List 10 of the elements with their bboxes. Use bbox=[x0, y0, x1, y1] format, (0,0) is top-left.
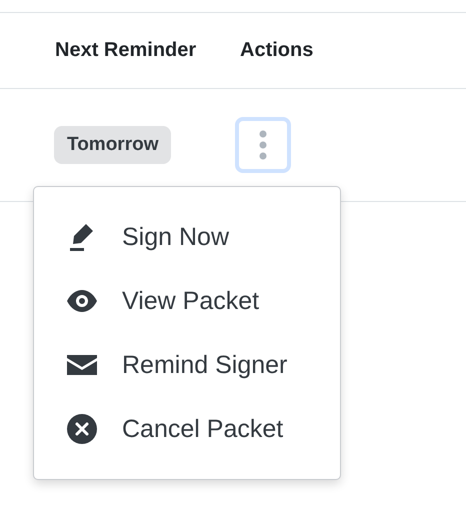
column-header: Actions bbox=[240, 39, 314, 61]
menu-item[interactable]: Cancel Packet bbox=[34, 397, 340, 461]
kebab-icon bbox=[259, 130, 267, 160]
column-header: Next Reminder bbox=[55, 39, 196, 61]
actions-button[interactable] bbox=[235, 117, 291, 173]
close-icon bbox=[66, 413, 98, 445]
menu-item[interactable]: Sign Now bbox=[34, 205, 340, 269]
menu-item[interactable]: Remind Signer bbox=[34, 333, 340, 397]
menu-item[interactable]: View Packet bbox=[34, 269, 340, 333]
reminder-badge: Tomorrow bbox=[54, 126, 172, 164]
